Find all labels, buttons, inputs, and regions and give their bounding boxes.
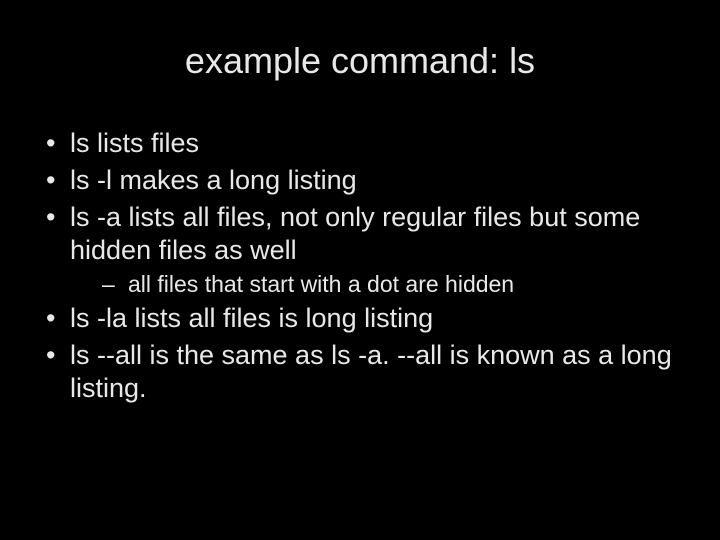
list-item-text: ls -a lists all files, not only regular … — [70, 202, 640, 266]
list-item: ls -la lists all files is long listing — [40, 302, 680, 336]
list-item: ls -a lists all files, not only regular … — [40, 201, 680, 299]
bullet-list: ls lists files ls -l makes a long listin… — [40, 127, 680, 406]
slide: example command: ls ls lists files ls -l… — [0, 0, 720, 540]
list-item: ls -l makes a long listing — [40, 164, 680, 198]
slide-title: example command: ls — [40, 40, 680, 82]
list-item: ls --all is the same as ls -a. --all is … — [40, 339, 680, 407]
sub-list-item: all files that start with a dot are hidd… — [70, 270, 680, 299]
sub-bullet-list: all files that start with a dot are hidd… — [70, 270, 680, 299]
list-item: ls lists files — [40, 127, 680, 161]
